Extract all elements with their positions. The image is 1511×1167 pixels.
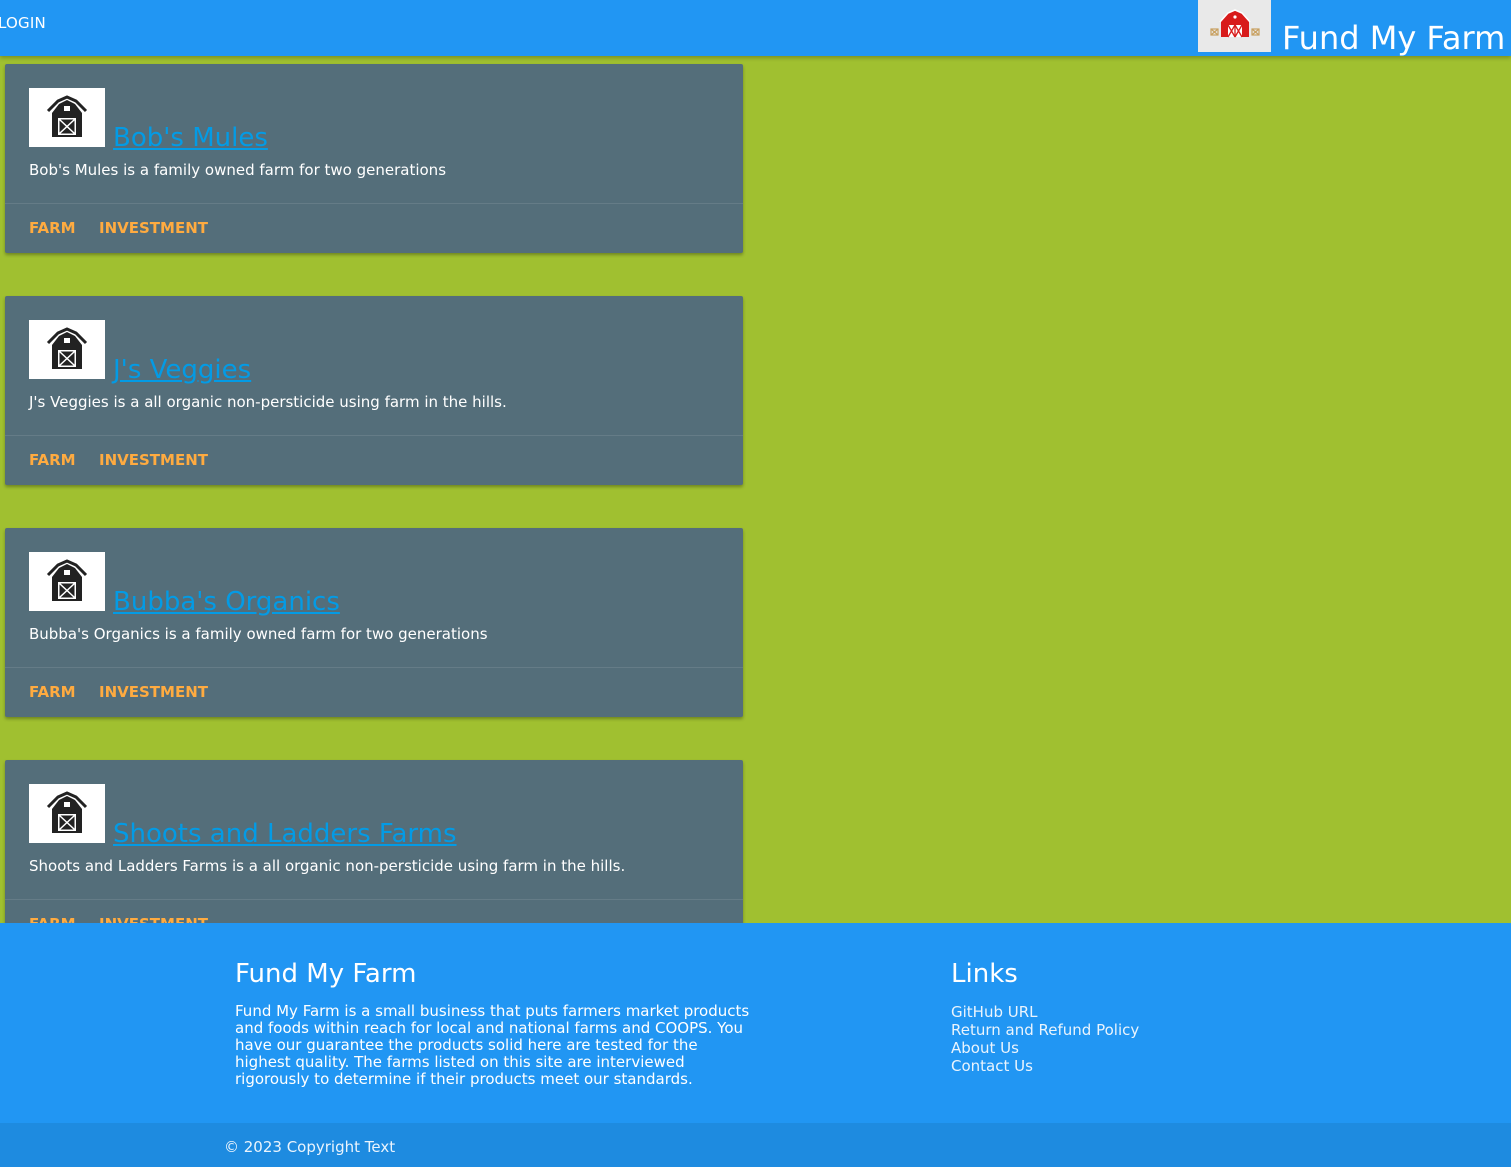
red-barn-icon [1209,7,1261,45]
card-title[interactable]: Bubba's Organics [113,586,340,618]
card-title[interactable]: Shoots and Ladders Farms [113,818,457,850]
footer-link-item: GitHub URL [951,1003,1139,1021]
investment-link[interactable]: INVESTMENT [99,219,208,237]
copyright-text: © 2023 Copyright Text [224,1138,396,1156]
brand-title[interactable]: Fund My Farm [1282,18,1505,58]
card-content: Shoots and Ladders Farms Shoots and Ladd… [5,760,743,900]
farm-card: J's Veggies J's Veggies is a all organic… [5,296,743,485]
barn-icon [44,93,90,143]
farm-link[interactable]: FARM [29,219,76,237]
footer-link-item: About Us [951,1039,1139,1057]
barn-icon [44,789,90,839]
farm-thumbnail [29,88,105,147]
top-navbar: LOGIN Fund My Farm [0,0,1511,58]
card-content: J's Veggies J's Veggies is a all organic… [5,296,743,436]
card-description: Bubba's Organics is a family owned farm … [29,625,488,643]
card-content: Bubba's Organics Bubba's Organics is a f… [5,528,743,668]
farm-thumbnail [29,320,105,379]
footer-links-title: Links [951,959,1018,989]
farm-thumbnail [29,784,105,843]
card-description: Shoots and Ladders Farms is a all organi… [29,857,626,875]
barn-icon [44,557,90,607]
farm-thumbnail [29,552,105,611]
farm-card: Shoots and Ladders Farms Shoots and Ladd… [5,760,743,923]
card-description: J's Veggies is a all organic non-perstic… [29,393,507,411]
farm-card: Bob's Mules Bob's Mules is a family owne… [5,64,743,253]
copyright-bar: © 2023 Copyright Text [0,1123,1511,1167]
farm-link[interactable]: FARM [29,915,76,923]
barn-icon [44,325,90,375]
about-us-link[interactable]: About Us [951,1039,1019,1057]
login-link[interactable]: LOGIN [0,14,46,32]
investment-link[interactable]: INVESTMENT [99,683,208,701]
footer-links-list: GitHub URL Return and Refund Policy Abou… [951,1003,1139,1075]
contact-us-link[interactable]: Contact Us [951,1057,1033,1075]
investment-link[interactable]: INVESTMENT [99,451,208,469]
footer-link-item: Return and Refund Policy [951,1021,1139,1039]
farm-link[interactable]: FARM [29,683,76,701]
github-link[interactable]: GitHub URL [951,1003,1038,1021]
page-footer: Fund My Farm Fund My Farm is a small bus… [0,923,1511,1167]
farm-card: Bubba's Organics Bubba's Organics is a f… [5,528,743,717]
card-description: Bob's Mules is a family owned farm for t… [29,161,447,179]
refund-policy-link[interactable]: Return and Refund Policy [951,1021,1139,1039]
footer-about-title: Fund My Farm [235,959,417,989]
footer-about-text: Fund My Farm is a small business that pu… [235,1002,750,1088]
brand-logo[interactable] [1198,0,1271,52]
farm-link[interactable]: FARM [29,451,76,469]
farm-card-list: Bob's Mules Bob's Mules is a family owne… [0,56,1511,923]
card-title[interactable]: Bob's Mules [113,122,268,154]
card-title[interactable]: J's Veggies [113,354,251,386]
card-content: Bob's Mules Bob's Mules is a family owne… [5,64,743,204]
footer-link-item: Contact Us [951,1057,1139,1075]
investment-link[interactable]: INVESTMENT [99,915,208,923]
